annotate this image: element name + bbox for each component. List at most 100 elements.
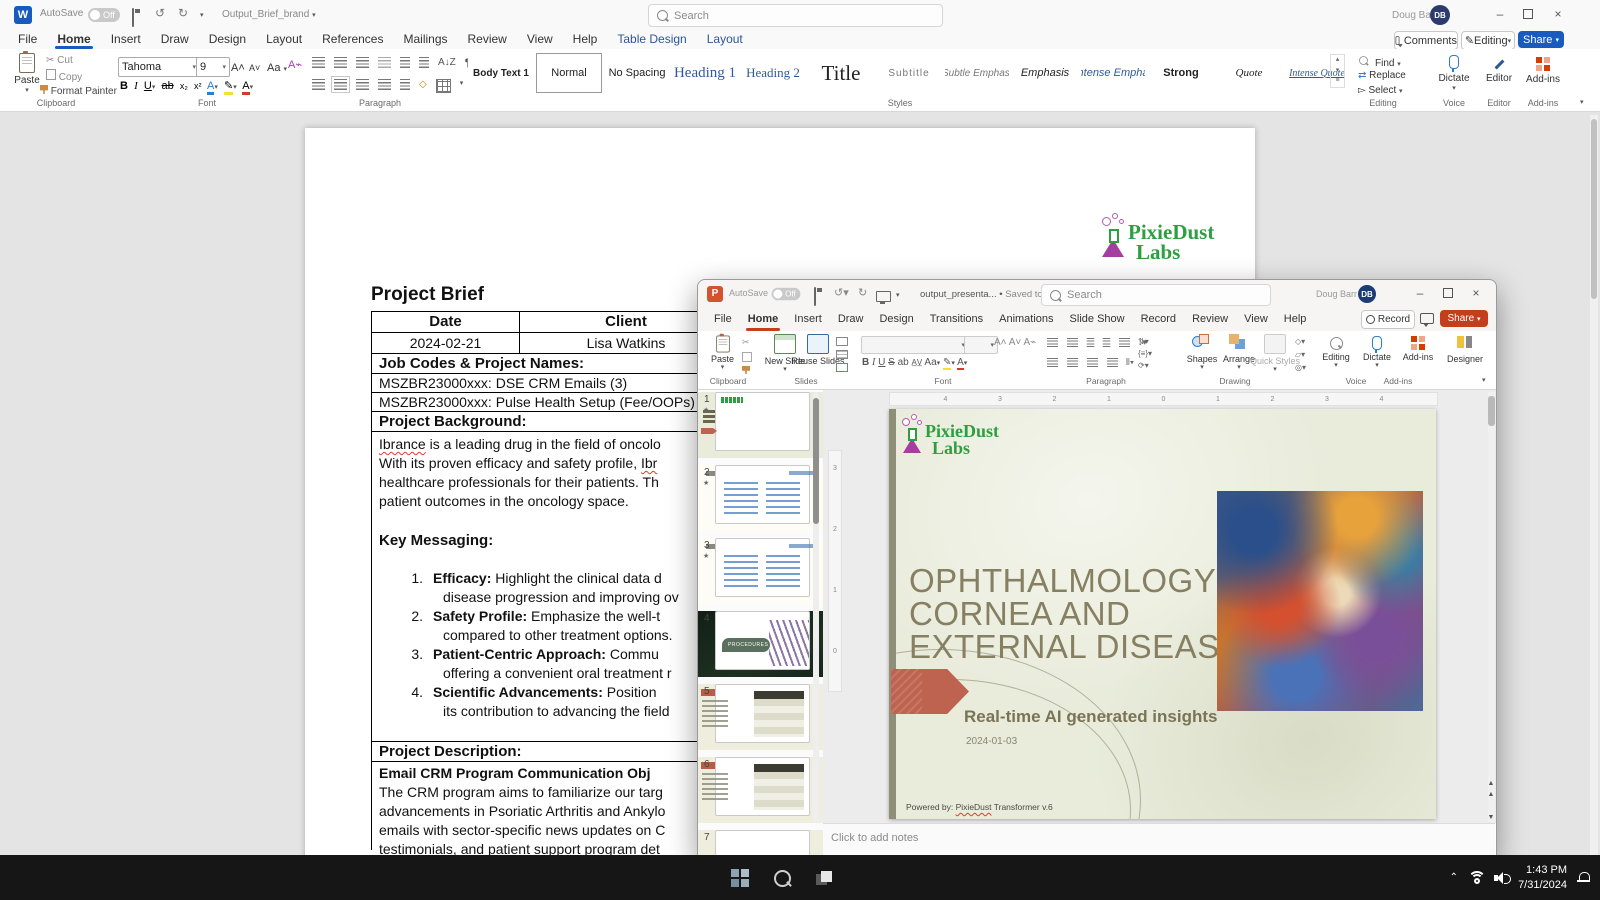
ppt-font-format-buttons[interactable]: B I U S ab A̲V̲ Aa▾ ✎▾ A▾: [862, 357, 967, 368]
word-tab[interactable]: Review: [458, 30, 517, 49]
wifi-icon[interactable]: [1468, 871, 1484, 884]
style-item[interactable]: Heading 2: [740, 53, 806, 93]
word-search-input[interactable]: Search: [648, 4, 943, 27]
paste-button[interactable]: Paste ▾: [14, 53, 40, 94]
ppt-redo-icon[interactable]: ↻: [858, 286, 867, 299]
ppt-tab[interactable]: Animations: [991, 308, 1061, 331]
task-view-button[interactable]: [811, 865, 837, 891]
tray-chevron-icon[interactable]: ⌃: [1450, 872, 1458, 883]
word-tab[interactable]: Design: [199, 30, 256, 49]
taskbar-clock[interactable]: 1:43 PM 7/31/2024: [1518, 863, 1567, 893]
shrink-font-button[interactable]: A˅: [246, 58, 263, 76]
shapes-button[interactable]: Shapes▾: [1185, 334, 1219, 372]
ppt-clipboard-small-icons[interactable]: ✂: [742, 337, 752, 374]
paragraph-buttons-row1[interactable]: A↓Z¶: [312, 57, 471, 69]
ppt-editing-button[interactable]: Editing▾: [1319, 334, 1353, 370]
notification-bell-icon[interactable]: [1577, 871, 1590, 884]
slide-thumbnail[interactable]: [715, 538, 810, 597]
ppt-font-name-select[interactable]: ▾: [861, 336, 969, 354]
taskbar-search-button[interactable]: [769, 865, 795, 891]
ppt-paste-button[interactable]: Paste▾: [711, 334, 734, 372]
ppt-share-button[interactable]: Share ▾: [1440, 310, 1488, 327]
ppt-record-button[interactable]: Record: [1361, 310, 1415, 329]
designer-button[interactable]: Designer: [1444, 334, 1486, 364]
ppt-save-icon[interactable]: [814, 288, 816, 306]
undo-icon[interactable]: ↺: [155, 6, 165, 20]
ppt-tab[interactable]: Record: [1133, 308, 1184, 331]
editor-button[interactable]: Editor: [1482, 57, 1516, 84]
slide-thumbnail[interactable]: [715, 830, 810, 856]
word-tab[interactable]: References: [312, 30, 393, 49]
ppt-minimize-button[interactable]: –: [1408, 286, 1432, 300]
ppt-vertical-scrollbar[interactable]: [1488, 392, 1495, 822]
word-tab[interactable]: File: [8, 30, 47, 49]
volume-icon[interactable]: [1494, 872, 1508, 884]
ppt-dictate-button[interactable]: Dictate▾: [1361, 334, 1393, 370]
style-item[interactable]: Subtle Emphasi: [944, 53, 1010, 93]
word-avatar[interactable]: DB: [1430, 5, 1450, 25]
ppt-tab[interactable]: Draw: [830, 308, 872, 331]
ppt-tab[interactable]: Design: [871, 308, 921, 331]
thumbnail-scrollbar[interactable]: [813, 392, 819, 822]
word-editing-mode-button[interactable]: ✎ Editing ▾: [1461, 31, 1515, 50]
slide-layout-icons[interactable]: [836, 337, 848, 372]
change-case-button[interactable]: Aa▾: [264, 58, 287, 76]
style-item[interactable]: No Spacing: [604, 53, 670, 93]
word-tab[interactable]: Draw: [151, 30, 199, 49]
word-tab[interactable]: Mailings: [393, 30, 457, 49]
save-icon[interactable]: [132, 9, 134, 27]
dictate-button[interactable]: Dictate▾: [1436, 55, 1472, 92]
start-button[interactable]: [727, 865, 753, 891]
ppt-search-input[interactable]: Search: [1041, 284, 1271, 306]
style-item[interactable]: Heading 1: [672, 53, 738, 93]
font-size-select[interactable]: 9▾: [196, 57, 230, 77]
style-item[interactable]: Subtitle: [876, 53, 942, 93]
ppt-autosave-toggle[interactable]: Off: [772, 288, 801, 301]
ppt-undo-icon[interactable]: ↺▾: [834, 286, 849, 299]
grow-font-button[interactable]: A˄: [228, 58, 248, 76]
word-scrollbar[interactable]: [1590, 115, 1598, 855]
style-item[interactable]: Strong: [1148, 53, 1214, 93]
quick-styles-button[interactable]: Quick Styles▾: [1259, 334, 1291, 374]
slide-date[interactable]: 2024-01-03: [966, 736, 1017, 747]
ppt-paragraph-row2[interactable]: ⫴▾: [1046, 357, 1134, 368]
ppt-tab[interactable]: File: [706, 308, 740, 331]
slide-subtitle[interactable]: Real-time AI generated insights: [964, 707, 1217, 727]
ppt-quick-access-caret-icon[interactable]: ▾: [896, 291, 900, 299]
slide-thumbnail[interactable]: [715, 392, 810, 451]
style-item[interactable]: Emphasis: [1012, 53, 1078, 93]
slide-thumbnail[interactable]: [715, 465, 810, 524]
collapse-ribbon-icon[interactable]: ▾: [1580, 98, 1584, 106]
word-close-button[interactable]: ×: [1544, 7, 1572, 21]
word-tab[interactable]: Insert: [101, 30, 151, 49]
word-tab[interactable]: View: [517, 30, 563, 49]
arrange-button[interactable]: Arrange▾: [1221, 334, 1257, 372]
style-item[interactable]: Intense Empha:: [1080, 53, 1146, 93]
slide-thumbnail[interactable]: [715, 684, 810, 743]
ppt-tab[interactable]: Transitions: [922, 308, 991, 331]
paragraph-buttons-row2[interactable]: ◇▾: [312, 79, 463, 93]
word-doc-title[interactable]: Output_Brief_brand ▾: [222, 9, 316, 20]
word-tab[interactable]: Layout: [697, 30, 753, 49]
find-button[interactable]: Find ▾: [1358, 55, 1401, 69]
ppt-paragraph-row1[interactable]: ↕▾: [1046, 337, 1147, 348]
quick-access-caret-icon[interactable]: ▾: [200, 11, 204, 19]
ppt-paragraph-extra[interactable]: ⇅▾{≡}▾⟳▾: [1138, 337, 1152, 370]
slide-thumbnail[interactable]: [715, 757, 810, 816]
ppt-tab[interactable]: Slide Show: [1062, 308, 1133, 331]
word-maximize-button[interactable]: [1514, 8, 1542, 22]
word-tab[interactable]: Help: [563, 30, 608, 49]
ppt-close-button[interactable]: ×: [1464, 286, 1488, 300]
style-item[interactable]: Body Text 1: [468, 53, 534, 93]
ppt-font-size-select[interactable]: ▾: [964, 336, 998, 354]
select-button[interactable]: ▻ Select ▾: [1358, 85, 1403, 96]
shape-fill-outline-effects[interactable]: ◇▾▱▾◎▾: [1295, 337, 1306, 372]
ppt-comments-icon[interactable]: [1420, 311, 1434, 329]
new-slide-button[interactable]: New Slide▾: [770, 334, 800, 374]
ppt-tab[interactable]: Help: [1276, 308, 1315, 331]
word-tab[interactable]: Layout: [256, 30, 312, 49]
style-item[interactable]: Normal: [536, 53, 602, 93]
replace-button[interactable]: ⇄ Replace: [1358, 70, 1406, 81]
word-addins-button[interactable]: Add-ins: [1524, 57, 1562, 85]
style-item[interactable]: Title: [808, 53, 874, 93]
